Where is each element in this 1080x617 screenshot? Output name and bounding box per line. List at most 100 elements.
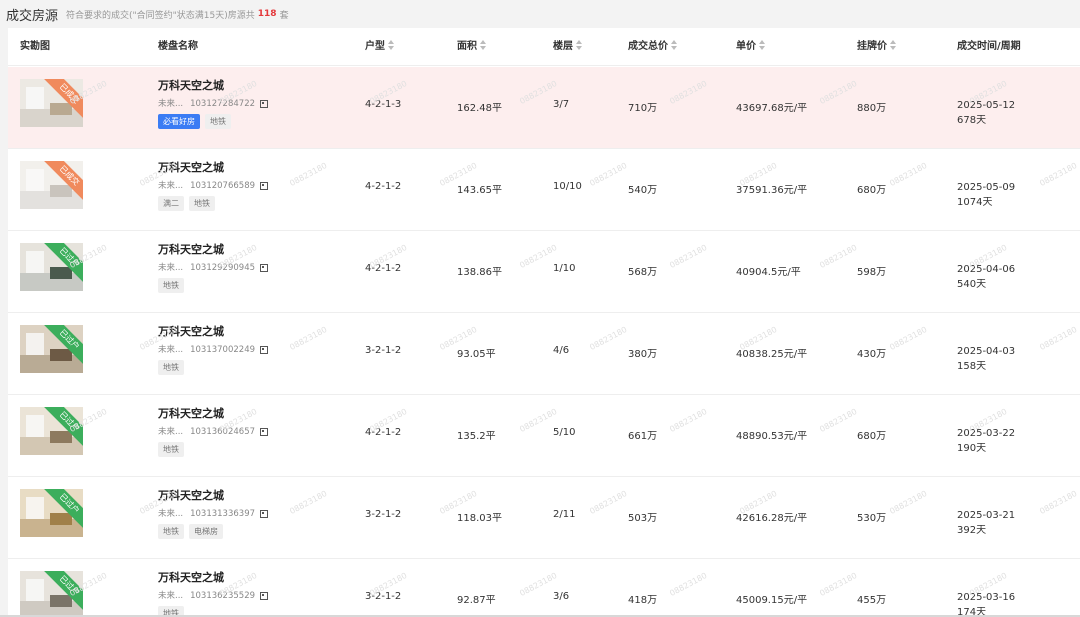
deal-date: 2025-03-22 xyxy=(957,428,1016,439)
listing-sub: 未来... 103129290945 xyxy=(158,261,269,273)
listing-size: 143.65平 xyxy=(457,185,502,196)
listing-photo[interactable]: 已过户 xyxy=(20,489,83,537)
table-row[interactable]: 已成交 万科天空之城 未来... 103127284722 必看好房 地铁 4-2-1-3 1… xyxy=(8,67,1080,149)
listing-floor: 1/10 xyxy=(553,263,576,274)
listing-deal-time: 2025-05-09 1074天 xyxy=(957,180,1015,210)
listing-photo[interactable]: 已过户 xyxy=(20,407,83,455)
column-area-label: 面积 xyxy=(457,41,477,52)
deal-date: 2025-03-21 xyxy=(957,510,1016,521)
listing-size: 162.48平 xyxy=(457,103,502,114)
listing-area: 未来... xyxy=(158,509,184,519)
listing-photo[interactable]: 已成交 xyxy=(20,79,83,127)
listing-photo[interactable]: 已过户 xyxy=(20,243,83,291)
listing-tags: 地铁 电梯房 xyxy=(158,524,223,539)
column-name: 楼盘名称 xyxy=(158,41,198,52)
deal-date: 2025-05-09 xyxy=(957,182,1016,193)
listing-unit-price: 42616.28元/平 xyxy=(736,513,808,524)
listing-tags: 地铁 xyxy=(158,360,184,375)
listing-layout: 3-2-1-2 xyxy=(365,345,402,356)
deal-cycle: 540天 xyxy=(957,279,987,290)
column-floor-sort[interactable]: 楼层 xyxy=(553,28,583,66)
listing-list-price: 680万 xyxy=(857,185,887,196)
qr-code-icon[interactable] xyxy=(260,427,269,436)
sort-icon[interactable] xyxy=(759,40,766,50)
listing-unit-price: 40838.25元/平 xyxy=(736,349,808,360)
listing-tag: 地铁 xyxy=(158,278,184,293)
listing-deal-time: 2025-05-12 678天 xyxy=(957,98,1015,128)
listing-name[interactable]: 万科天空之城 xyxy=(158,77,224,93)
listing-tags: 地铁 xyxy=(158,278,184,293)
listing-id: 103137002249 xyxy=(190,345,256,355)
listing-name[interactable]: 万科天空之城 xyxy=(158,487,224,503)
qr-code-icon[interactable] xyxy=(260,509,269,518)
listing-total-price: 661万 xyxy=(628,431,658,442)
column-unit-price-sort[interactable]: 单价 xyxy=(736,28,766,66)
listing-area: 未来... xyxy=(158,591,184,601)
result-unit: 套 xyxy=(279,10,289,21)
table-row[interactable]: 已过户 万科天空之城 未来... 103129290945 地铁 4-2-1-2 138.8… xyxy=(8,231,1080,313)
listing-layout: 4-2-1-2 xyxy=(365,427,402,438)
listing-tags: 地铁 xyxy=(158,442,184,457)
column-layout-label: 户型 xyxy=(365,41,385,52)
listing-floor: 10/10 xyxy=(553,181,582,192)
deal-cycle: 190天 xyxy=(957,443,987,454)
deal-date: 2025-04-06 xyxy=(957,264,1016,275)
listing-size: 93.05平 xyxy=(457,349,496,360)
listing-list-price: 880万 xyxy=(857,103,887,114)
listing-layout: 4-2-1-3 xyxy=(365,99,402,110)
listing-sub: 未来... 103137002249 xyxy=(158,343,269,355)
listing-tag: 地铁 xyxy=(158,524,184,539)
listing-sub: 未来... 103136235529 xyxy=(158,589,269,601)
listing-total-price: 503万 xyxy=(628,513,658,524)
listing-deal-time: 2025-03-21 392天 xyxy=(957,508,1015,538)
result-count: 118 xyxy=(257,9,277,19)
sort-icon[interactable] xyxy=(388,40,395,50)
listing-photo[interactable]: 已过户 xyxy=(20,325,83,373)
listing-name[interactable]: 万科天空之城 xyxy=(158,159,224,175)
listing-floor: 4/6 xyxy=(553,345,570,356)
table-row[interactable]: 已过户 万科天空之城未来... 103137002249 地铁 3-2-1-2 93.05… xyxy=(8,313,1080,395)
qr-code-icon[interactable] xyxy=(260,345,269,354)
qr-code-icon[interactable] xyxy=(260,181,269,190)
listing-photo[interactable]: 已成交 xyxy=(20,161,83,209)
listing-name[interactable]: 万科天空之城 xyxy=(158,323,224,339)
column-area-sort[interactable]: 面积 xyxy=(457,28,487,66)
listing-id: 103120766589 xyxy=(190,181,256,191)
column-total-sort[interactable]: 成交总价 xyxy=(628,28,678,66)
listing-sub: 未来... 103136024657 xyxy=(158,425,269,437)
listing-sub: 未来... 103120766589 xyxy=(158,179,269,191)
sort-icon[interactable] xyxy=(671,40,678,50)
column-list-price-sort[interactable]: 挂牌价 xyxy=(857,28,897,66)
listing-tag: 地铁 xyxy=(158,360,184,375)
qr-code-icon[interactable] xyxy=(260,99,269,108)
qr-code-icon[interactable] xyxy=(260,591,269,600)
listing-list-price: 455万 xyxy=(857,595,887,606)
listing-area: 未来... xyxy=(158,263,184,273)
column-layout-sort[interactable]: 户型 xyxy=(365,28,395,66)
listing-photo[interactable]: 已过户 xyxy=(20,571,83,617)
listing-name[interactable]: 万科天空之城 xyxy=(158,569,224,585)
listing-list-price: 680万 xyxy=(857,431,887,442)
listing-total-price: 710万 xyxy=(628,103,658,114)
listing-tag: 地铁 xyxy=(205,114,231,129)
sort-icon[interactable] xyxy=(576,40,583,50)
table-row[interactable]: 已成交 万科天空之城 未来... 103120766589 满二 地铁 4-2-1-2 143… xyxy=(8,149,1080,231)
table-row[interactable]: 已过户 万科天空之城 未来... 103131336397 地铁 电梯房 3-2-1-2 11… xyxy=(8,477,1080,559)
sort-icon[interactable] xyxy=(890,40,897,50)
listing-layout: 4-2-1-2 xyxy=(365,181,402,192)
qr-code-icon[interactable] xyxy=(260,263,269,272)
listing-id: 103127284722 xyxy=(190,99,256,109)
table-row[interactable]: 已过户 万科天空之城 未来... 103136024657 地铁 4-2-1-2 135.2… xyxy=(8,395,1080,477)
listing-size: 92.87平 xyxy=(457,595,496,606)
listing-name[interactable]: 万科天空之城 xyxy=(158,405,224,421)
sort-icon[interactable] xyxy=(480,40,487,50)
listing-unit-price: 37591.36元/平 xyxy=(736,185,808,196)
listing-layout: 3-2-1-2 xyxy=(365,509,402,520)
deal-date: 2025-04-03 xyxy=(957,346,1016,357)
table-row[interactable]: 已过户 万科天空之城 未来... 103136235529 地铁 3-2-1-2 92.87… xyxy=(8,559,1080,617)
listing-sub: 未来... 103131336397 xyxy=(158,507,269,519)
listing-total-price: 418万 xyxy=(628,595,658,606)
listing-name[interactable]: 万科天空之城 xyxy=(158,241,224,257)
column-photo: 实勘图 xyxy=(20,41,50,52)
listings-table: 实勘图 楼盘名称 户型 面积 楼层 成交总价 单价 挂牌价 成交时间/周期 已成… xyxy=(8,28,1080,617)
